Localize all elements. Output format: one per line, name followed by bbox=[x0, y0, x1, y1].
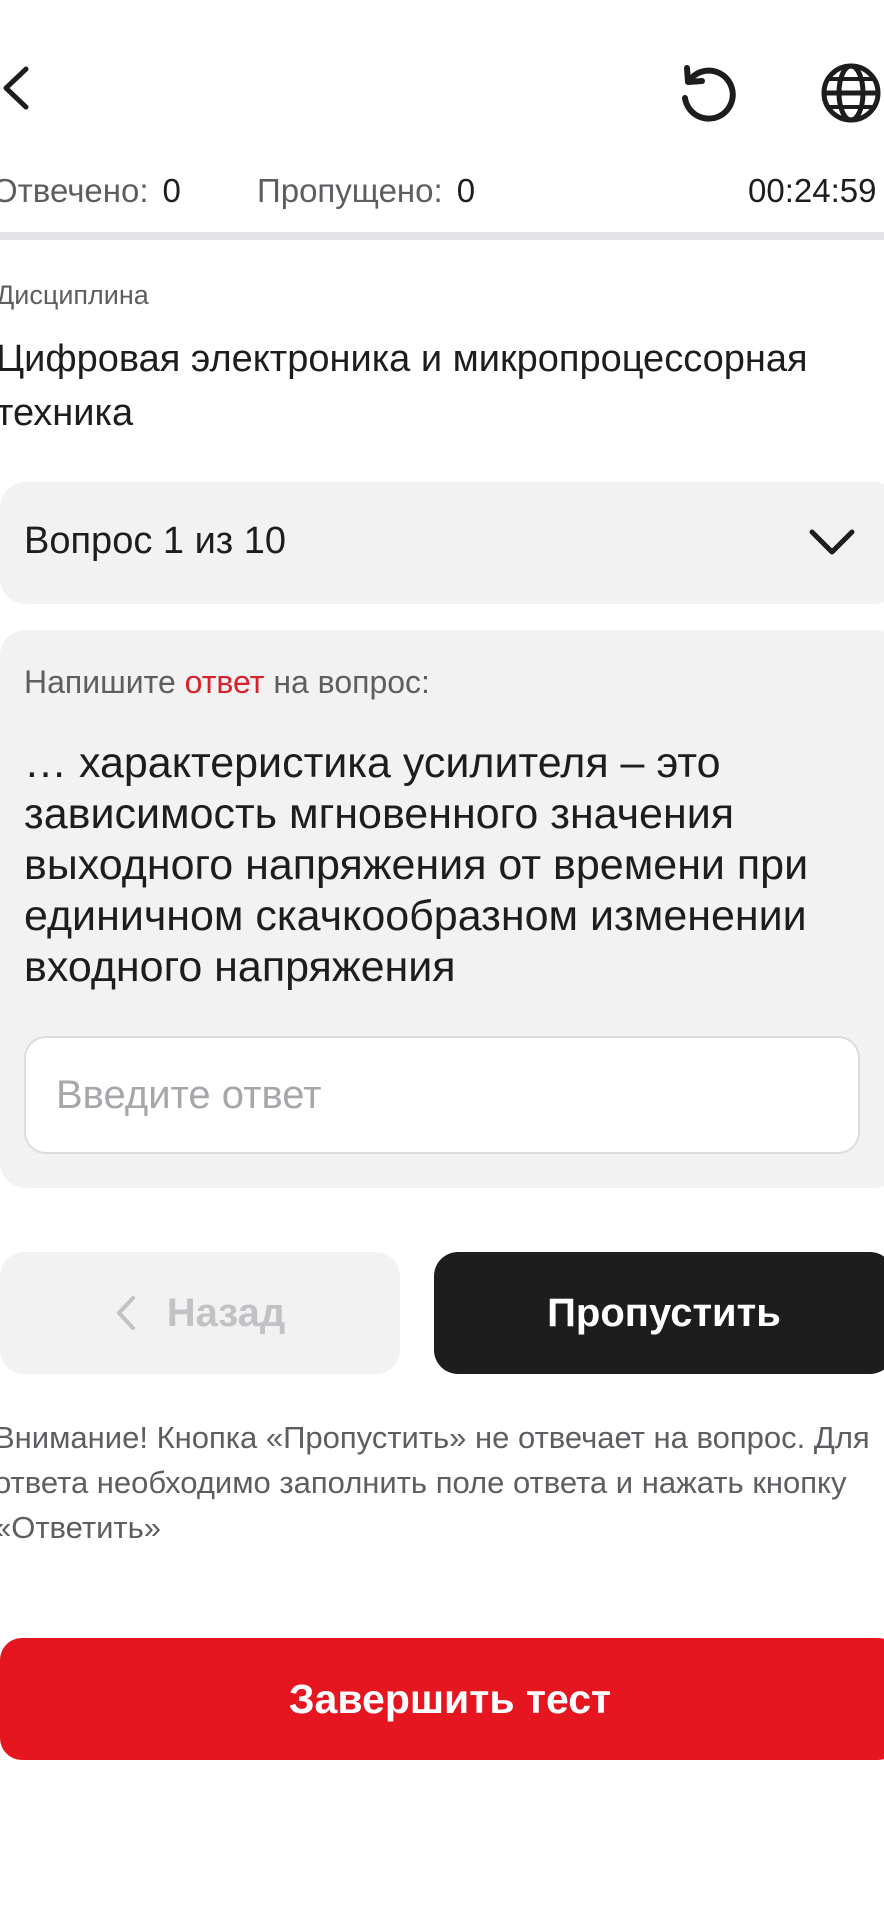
discipline-label: Дисциплина bbox=[0, 280, 149, 310]
question-card: Напишите ответ на вопрос: … характеристи… bbox=[0, 630, 884, 1188]
instruction-prefix: Напишите bbox=[24, 664, 185, 700]
skip-warning-text: Внимание! Кнопка «Пропустить» не отвечае… bbox=[0, 1420, 870, 1545]
progress-divider bbox=[0, 232, 884, 240]
refresh-icon bbox=[676, 62, 738, 129]
question-instruction: Напишите ответ на вопрос: bbox=[24, 664, 430, 701]
finish-test-label: Завершить тест bbox=[288, 1675, 612, 1722]
prev-question-label: Назад bbox=[166, 1290, 286, 1335]
skipped-count: 0 bbox=[456, 172, 476, 209]
discipline-name: Цифровая электроника и микропроцессорная… bbox=[0, 338, 808, 434]
finish-test-button[interactable]: Завершить тест bbox=[0, 1638, 884, 1760]
instruction-suffix: на вопрос: bbox=[264, 664, 430, 700]
chevron-down-icon bbox=[808, 522, 856, 562]
back-nav-button[interactable] bbox=[0, 55, 50, 125]
skip-button[interactable]: Пропустить bbox=[434, 1252, 884, 1374]
chevron-left-icon bbox=[115, 1294, 137, 1332]
answer-input[interactable] bbox=[24, 1036, 860, 1154]
top-bar bbox=[0, 0, 884, 170]
skipped-label: Пропущено: bbox=[257, 172, 443, 209]
question-selector[interactable]: Вопрос 1 из 10 bbox=[0, 482, 884, 604]
answered-label: Отвечено: bbox=[0, 172, 149, 209]
chevron-left-icon bbox=[0, 65, 30, 116]
question-text: … характеристика усилителя – это зависим… bbox=[24, 739, 809, 991]
answered-count: 0 bbox=[162, 172, 181, 209]
globe-icon bbox=[820, 62, 882, 129]
answered-stat: Отвечено: 0 bbox=[0, 172, 181, 210]
prev-question-button[interactable]: Назад bbox=[0, 1252, 400, 1374]
question-counter: Вопрос 1 из 10 bbox=[24, 520, 287, 562]
reset-button[interactable] bbox=[672, 60, 742, 130]
timer: 00:24:59 bbox=[748, 172, 877, 209]
language-button[interactable] bbox=[816, 60, 884, 130]
instruction-accent: ответ bbox=[184, 664, 265, 700]
skipped-stat: Пропущено: 0 bbox=[257, 172, 475, 210]
skip-label: Пропустить bbox=[547, 1290, 781, 1335]
stats-row: Отвечено: 0 Пропущено: 0 00:24:59 bbox=[0, 172, 884, 216]
